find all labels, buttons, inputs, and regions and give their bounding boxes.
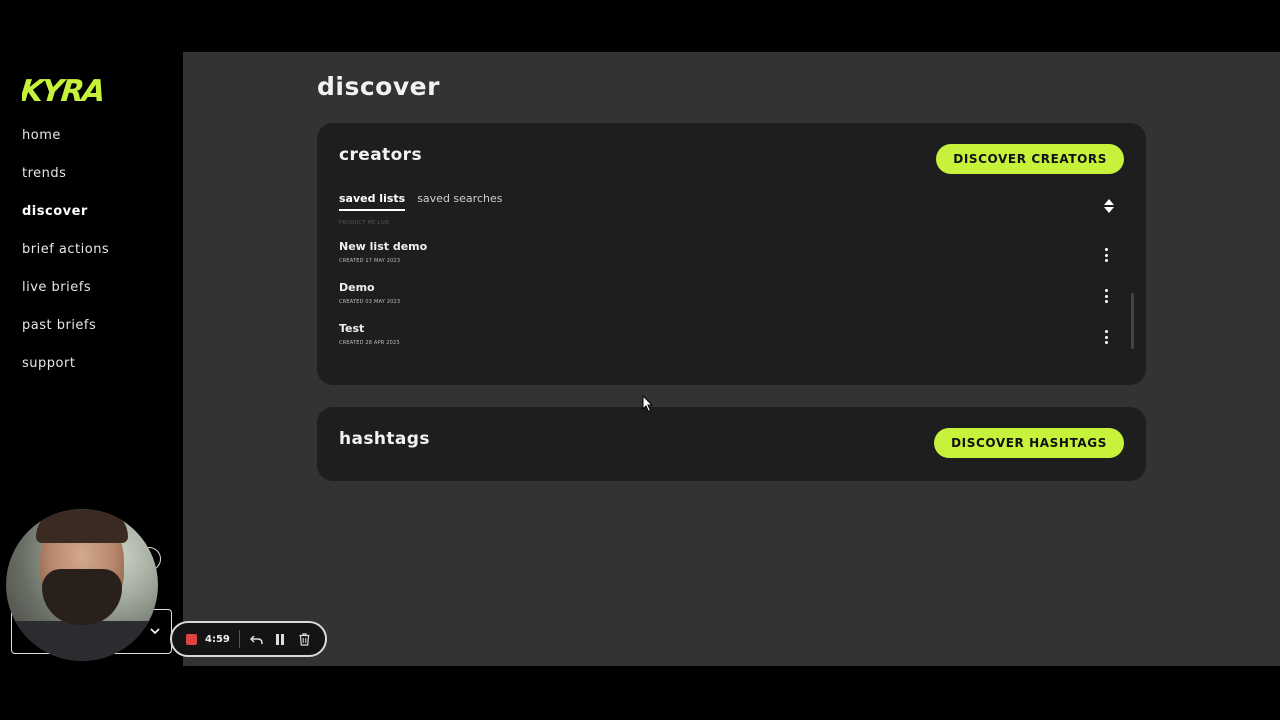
- hashtags-title: hashtags: [339, 429, 430, 449]
- main-content: discover creators DISCOVER CREATORS save…: [183, 52, 1280, 666]
- list-item-date: CREATED 17 MAY 2023: [339, 258, 401, 264]
- tab-saved-lists[interactable]: saved lists: [339, 192, 406, 211]
- sidebar-item-brief-actions[interactable]: brief actions: [22, 242, 109, 280]
- list-item[interactable]: New list demo CREATED 17 MAY 2023: [339, 240, 1119, 281]
- trash-icon[interactable]: [296, 631, 312, 647]
- list-header-label: PRODUCT ME LIVE: [339, 220, 390, 226]
- sidebar-item-live-briefs[interactable]: live briefs: [22, 280, 109, 318]
- pause-icon[interactable]: [272, 631, 288, 647]
- creators-title: creators: [339, 145, 422, 165]
- discover-creators-button[interactable]: DISCOVER CREATORS: [936, 144, 1124, 174]
- creators-card: creators DISCOVER CREATORS saved lists s…: [317, 123, 1146, 385]
- more-options-icon[interactable]: [1101, 247, 1111, 263]
- svg-text:KYRA: KYRA: [22, 74, 105, 106]
- stop-recording-button[interactable]: [186, 633, 197, 645]
- list-item-name: Demo: [339, 281, 375, 294]
- list-scrollbar[interactable]: [1131, 293, 1134, 349]
- more-options-icon[interactable]: [1101, 329, 1111, 345]
- sidebar-item-past-briefs[interactable]: past briefs: [22, 318, 109, 356]
- mouse-cursor-icon: [642, 395, 654, 413]
- sidebar-nav: home trends discover brief actions live …: [22, 128, 109, 394]
- kyra-logo[interactable]: KYRA: [22, 72, 108, 108]
- page-title: discover: [317, 72, 440, 101]
- sidebar-item-trends[interactable]: trends: [22, 166, 109, 204]
- sidebar-item-support[interactable]: support: [22, 356, 109, 394]
- kyra-logo-mark: KYRA: [22, 74, 105, 106]
- list-item-date: CREATED 03 MAY 2023: [339, 299, 401, 305]
- saved-lists: New list demo CREATED 17 MAY 2023 Demo C…: [339, 240, 1119, 363]
- recording-controls: 4:59: [170, 621, 327, 657]
- sort-icon[interactable]: [1102, 197, 1116, 215]
- discover-hashtags-button[interactable]: DISCOVER HASHTAGS: [934, 428, 1124, 458]
- sidebar-item-home[interactable]: home: [22, 128, 109, 166]
- tab-saved-searches[interactable]: saved searches: [417, 192, 502, 211]
- recording-timer: 4:59: [205, 633, 230, 645]
- list-item[interactable]: Test CREATED 28 APR 2023: [339, 322, 1119, 363]
- list-item[interactable]: Demo CREATED 03 MAY 2023: [339, 281, 1119, 322]
- more-options-icon[interactable]: [1101, 288, 1111, 304]
- sidebar-item-discover[interactable]: discover: [22, 204, 109, 242]
- hashtags-card: hashtags DISCOVER HASHTAGS: [317, 407, 1146, 481]
- list-item-date: CREATED 28 APR 2023: [339, 340, 400, 346]
- undo-icon[interactable]: [248, 631, 264, 647]
- webcam-bubble[interactable]: [6, 509, 158, 661]
- list-item-name: Test: [339, 322, 365, 335]
- list-item-name: New list demo: [339, 240, 428, 253]
- divider: [239, 630, 240, 648]
- creators-tabs: saved lists saved searches: [339, 192, 502, 211]
